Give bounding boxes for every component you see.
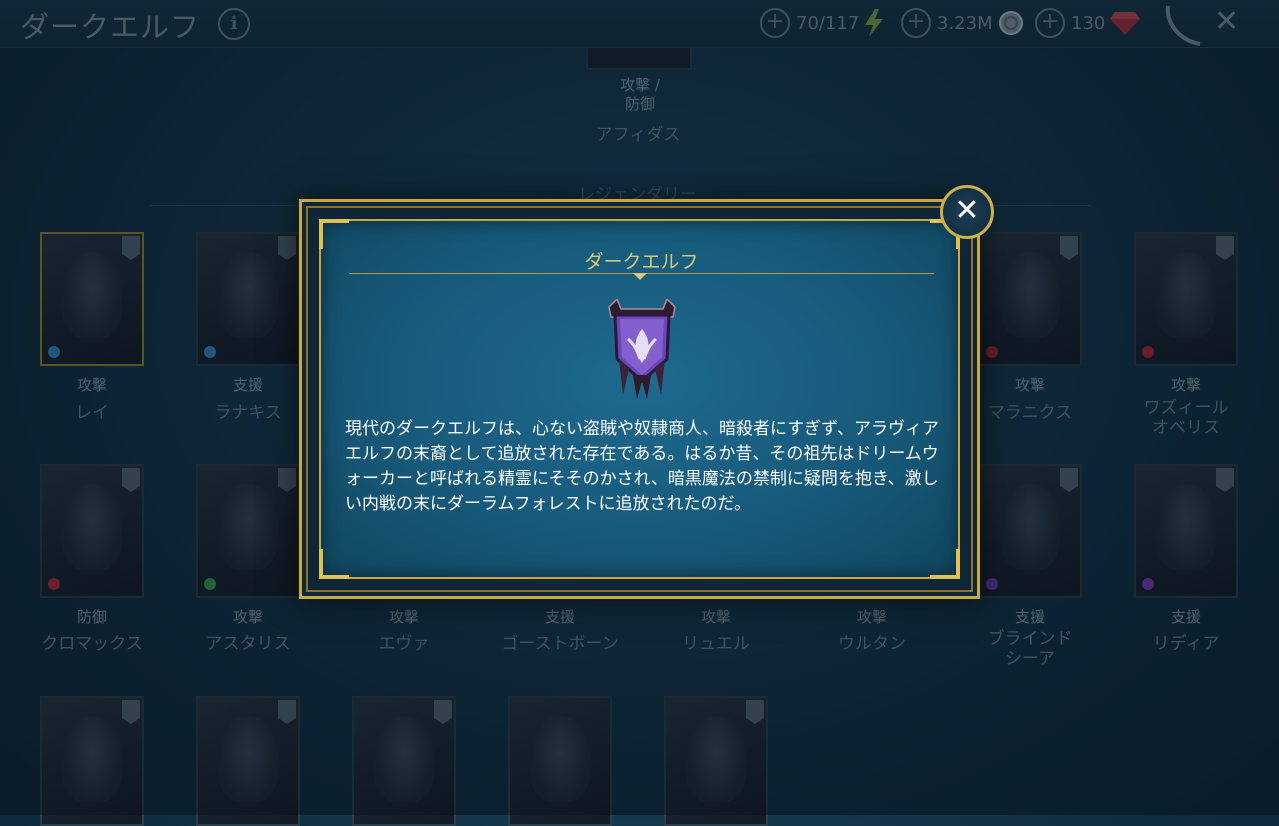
faction-description: 現代のダークエルフは、心ない盗賊や奴隷商人、暗殺者にすぎず、アラヴィアエルフの末…	[345, 419, 939, 514]
frame-corner	[319, 219, 349, 249]
faction-info-modal: ダークエルフ 現代のダークエルフは、心ない盗賊や奴隷商人、暗殺者にすぎず、アラヴ…	[299, 199, 980, 599]
collection-screen: ダークエルフ i + 70/117 + 3.23M + 130 ✕ 攻撃 / 防…	[0, 0, 1279, 826]
frame-corner	[930, 549, 960, 579]
close-modal-button[interactable]: ✕	[940, 185, 994, 239]
frame-corner	[319, 549, 349, 579]
dark-elf-banner-icon	[608, 299, 676, 399]
modal-title: ダークエルフ	[584, 251, 699, 273]
modal-panel: ダークエルフ 現代のダークエルフは、心ない盗賊や奴隷商人、暗殺者にすぎず、アラヴ…	[319, 219, 960, 579]
title-divider-arrow	[633, 273, 647, 280]
